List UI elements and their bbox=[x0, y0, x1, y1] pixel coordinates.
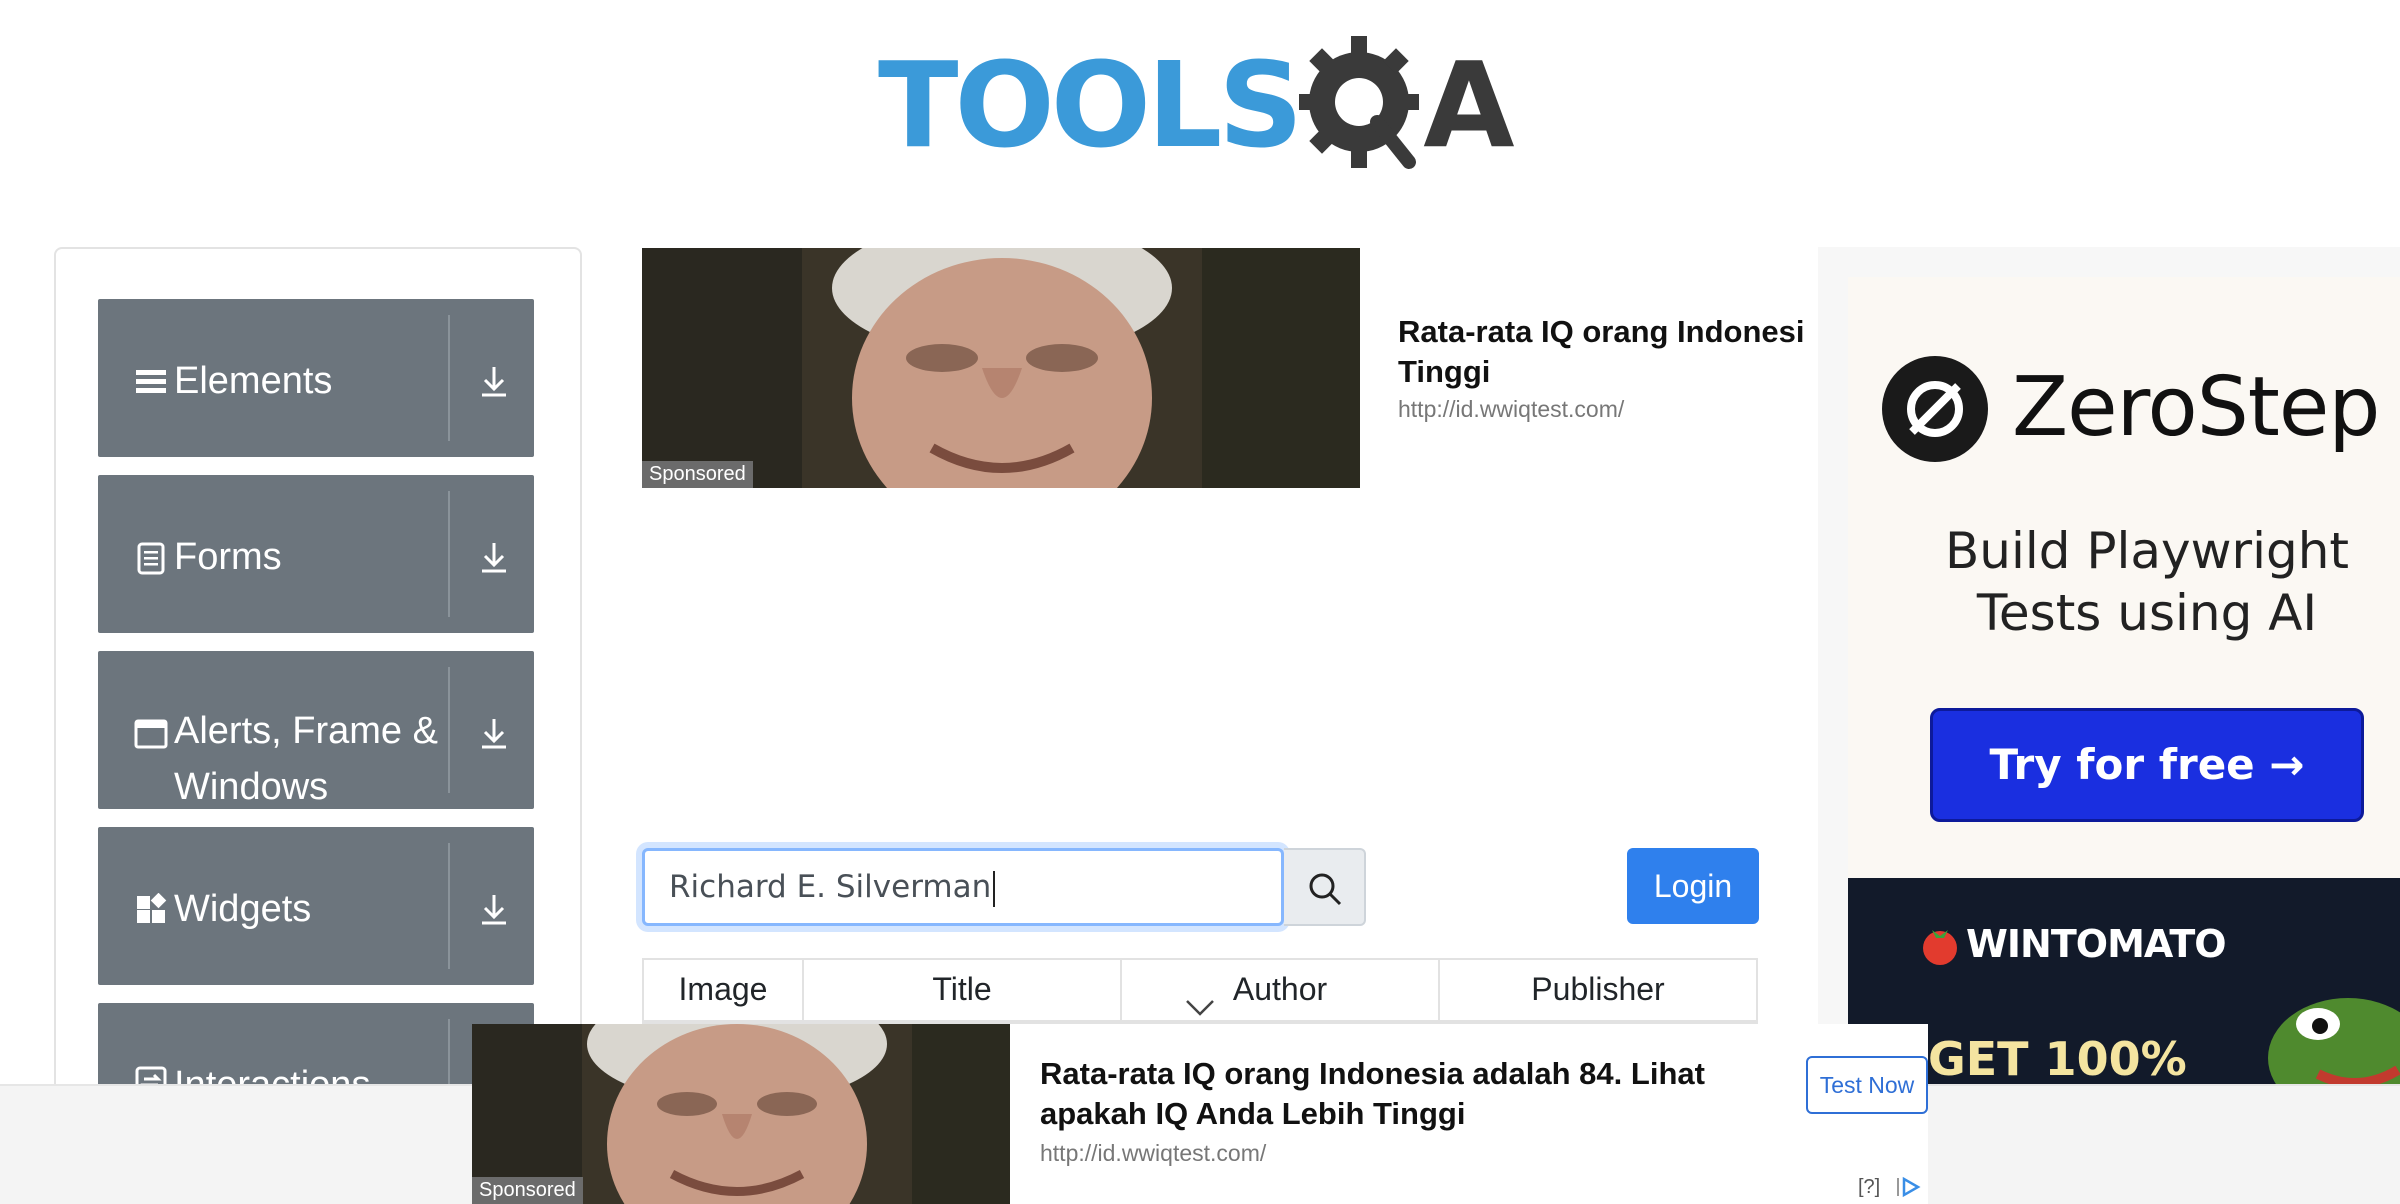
ad-image[interactable]: Sponsored bbox=[472, 1024, 1010, 1204]
download-icon[interactable] bbox=[474, 361, 514, 401]
sidebar-group-label-line1: Alerts, Frame & bbox=[174, 710, 438, 752]
logo-text-a: A bbox=[1423, 36, 1515, 174]
sidebar-group-label: Alerts, Frame & Windows bbox=[174, 703, 438, 815]
text-caret bbox=[993, 870, 996, 907]
toolsqa-logo[interactable]: TOOLS A bbox=[878, 30, 1528, 180]
tomato-icon bbox=[1923, 930, 1957, 965]
test-now-button[interactable]: Test Now bbox=[1806, 1056, 1928, 1114]
search-icon bbox=[1309, 873, 1342, 906]
sidebar-group-label-line2: Windows bbox=[174, 766, 329, 808]
bottom-sponsored-ad[interactable]: Sponsored Rata-rata IQ orang Indonesia a… bbox=[472, 1024, 1928, 1204]
divider bbox=[448, 315, 450, 441]
ad-image[interactable]: Sponsored bbox=[642, 248, 1360, 488]
download-icon[interactable] bbox=[474, 537, 514, 577]
gear-magnifier-icon bbox=[1299, 36, 1420, 169]
ad-title[interactable]: Rata-rata IQ orang Indonesia adalah 84. … bbox=[1040, 1054, 1780, 1134]
wintomato-ad[interactable]: WINTOMATO GET 100% bbox=[1848, 878, 2400, 1086]
ad-info-link[interactable]: [?] bbox=[1858, 1176, 1880, 1199]
sidebar-group-widgets[interactable]: Widgets bbox=[98, 827, 534, 985]
portrait-photo bbox=[642, 248, 1360, 488]
zerostep-tagline-line2: Tests using AI bbox=[1976, 584, 2318, 642]
form-icon bbox=[137, 542, 165, 575]
adchoices-icon[interactable] bbox=[1896, 1176, 1922, 1198]
sponsored-label: Sponsored bbox=[472, 1177, 583, 1204]
ad-title-line1: Rata-rata IQ orang Indonesi bbox=[1398, 314, 1805, 349]
window-icon bbox=[134, 719, 168, 749]
logo-text-tools: TOOLS bbox=[878, 36, 1303, 174]
search-button[interactable] bbox=[1284, 848, 1366, 926]
sponsored-label: Sponsored bbox=[642, 461, 753, 488]
download-icon[interactable] bbox=[474, 889, 514, 929]
ad-title-line2: Tinggi bbox=[1398, 354, 1491, 389]
login-button[interactable]: Login bbox=[1627, 848, 1759, 924]
wintomato-promo: GET 100% bbox=[1928, 1032, 2187, 1086]
frog-mascot-icon bbox=[2268, 998, 2400, 1086]
column-header-image[interactable]: Image bbox=[644, 960, 804, 1020]
divider bbox=[448, 843, 450, 969]
search-input[interactable]: Richard E. Silverman bbox=[642, 848, 1284, 926]
sidebar-group-elements[interactable]: Elements bbox=[98, 299, 534, 457]
zerostep-logo-icon bbox=[1882, 356, 1988, 462]
sidebar-group-label: Elements bbox=[174, 360, 333, 402]
sidebar-group-label: Widgets bbox=[174, 888, 312, 930]
ad-title[interactable]: Rata-rata IQ orang Indonesi Tinggi bbox=[1398, 312, 1828, 392]
zerostep-tagline-line1: Build Playwright bbox=[1944, 522, 2350, 580]
sidebar-group-label: Forms bbox=[174, 536, 282, 578]
download-icon[interactable] bbox=[474, 713, 514, 753]
column-header-title[interactable]: Title bbox=[804, 960, 1122, 1020]
divider bbox=[448, 667, 450, 793]
try-for-free-button[interactable]: Try for free → bbox=[1930, 708, 2364, 822]
search-input-value: Richard E. Silverman bbox=[669, 869, 992, 905]
widgets-icon bbox=[137, 893, 167, 923]
column-header-publisher[interactable]: Publisher bbox=[1440, 960, 1756, 1020]
menu-icon bbox=[136, 370, 166, 393]
sidebar-group-alerts[interactable]: Alerts, Frame & Windows bbox=[98, 651, 534, 809]
divider bbox=[448, 491, 450, 617]
ad-url[interactable]: http://id.wwiqtest.com/ bbox=[1398, 396, 1624, 423]
wintomato-brand: WINTOMATO bbox=[1966, 922, 2227, 966]
zerostep-tagline: Build Playwright Tests using AI bbox=[1902, 520, 2392, 644]
sidebar-group-forms[interactable]: Forms bbox=[98, 475, 534, 633]
column-header-author[interactable]: Author bbox=[1122, 960, 1440, 1020]
zerostep-brand: ZeroStep bbox=[2012, 360, 2380, 455]
chevron-down-icon bbox=[1186, 1000, 1214, 1016]
ad-url[interactable]: http://id.wwiqtest.com/ bbox=[1040, 1140, 1266, 1167]
